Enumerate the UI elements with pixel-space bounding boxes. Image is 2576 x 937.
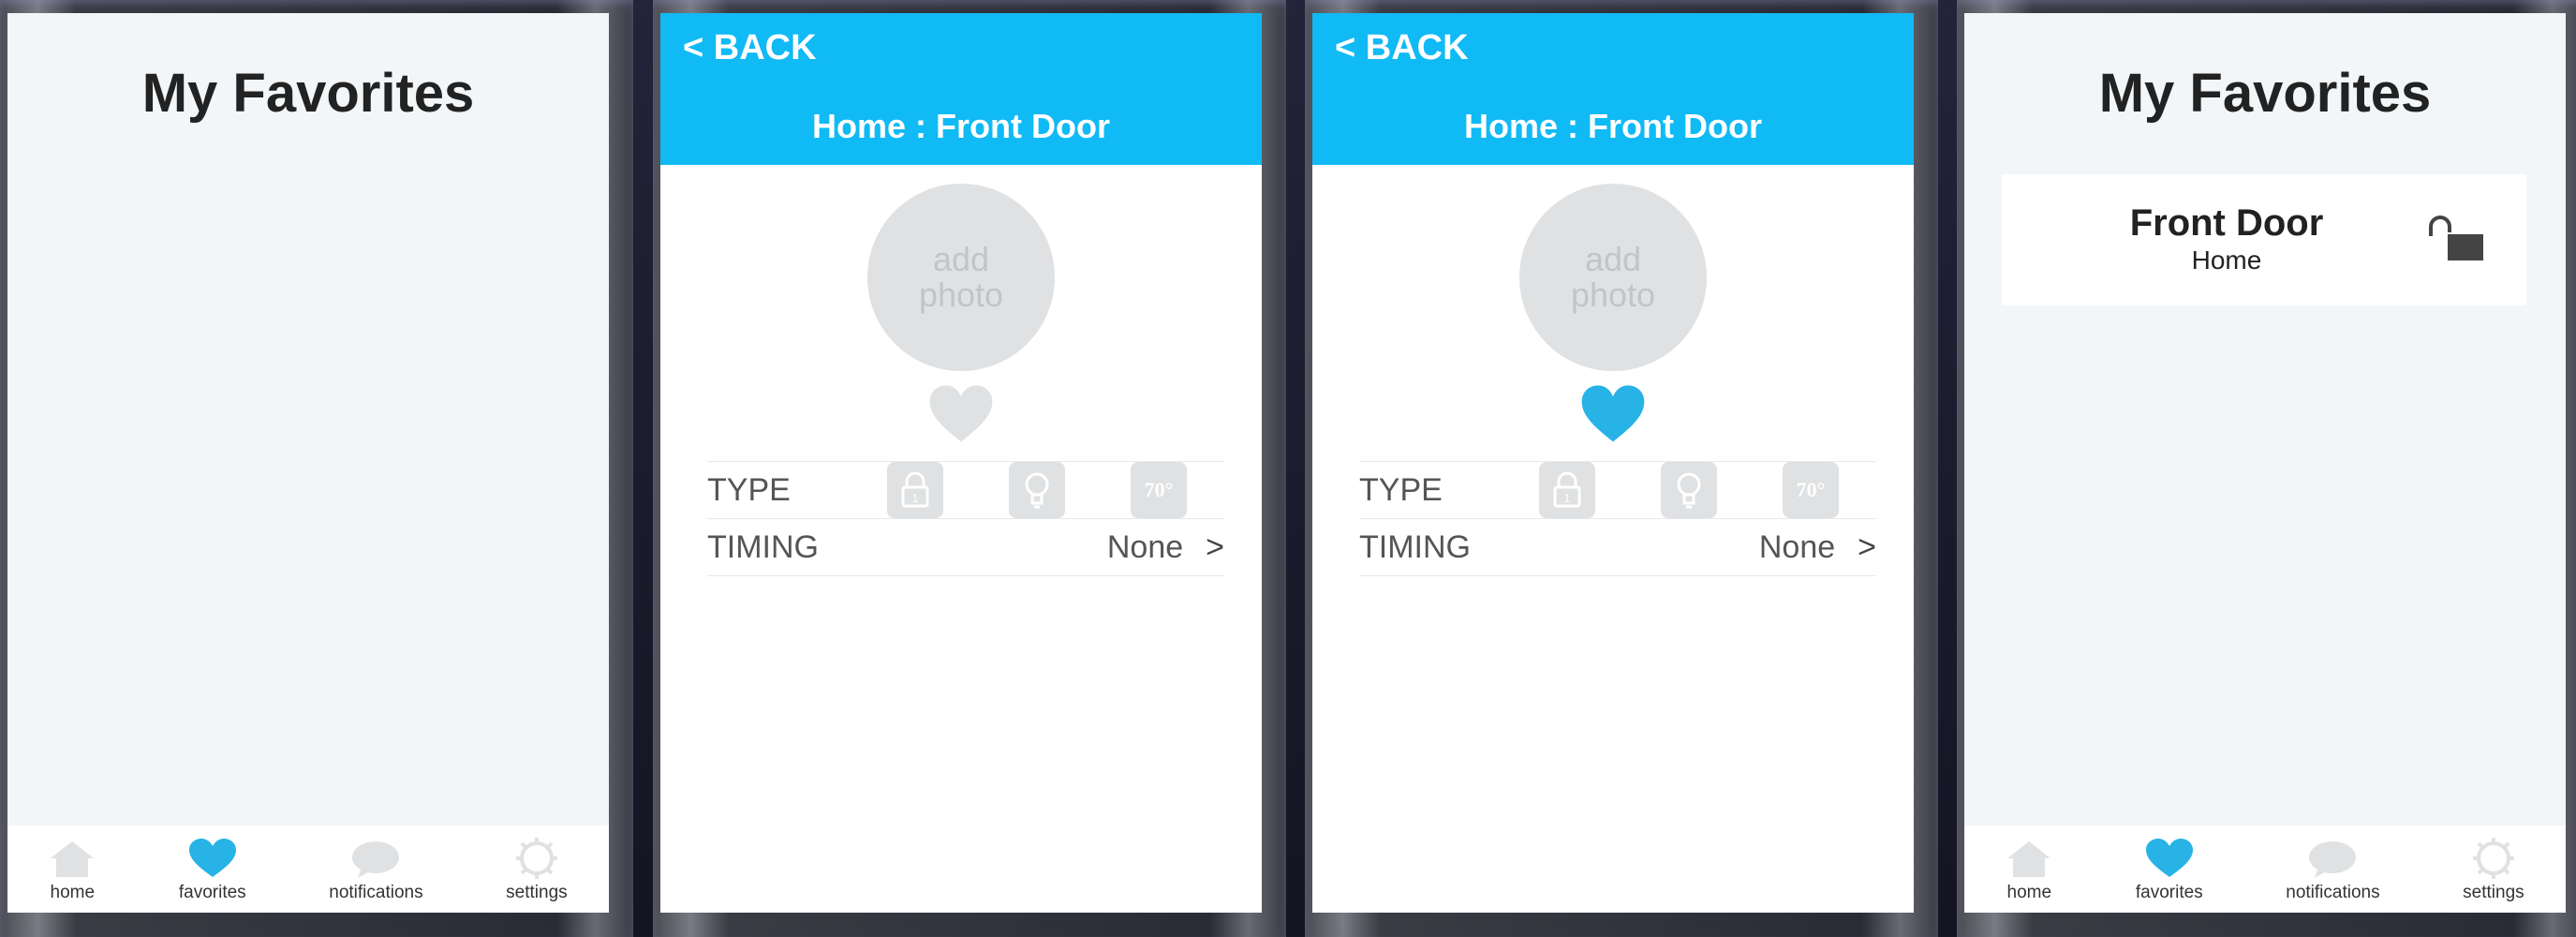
tab-label: notifications [329,883,423,902]
lightbulb-icon [1025,472,1049,509]
thermostat-icon: 70° [1796,478,1826,501]
gear-icon [2472,838,2514,879]
breadcrumb: Home : Front Door [1464,107,1762,145]
type-lock-option[interactable]: 1 [1539,462,1595,518]
tab-label: settings [2463,883,2524,902]
type-label: TYPE [1359,471,1443,508]
timing-label: TIMING [1359,528,1471,565]
add-photo-label: add [1584,240,1642,278]
type-options: 1 70° [1539,462,1839,518]
phone-frame-2: < BACK Home : Front Door add photo TYPE … [653,0,1286,937]
home-icon [2007,841,2051,877]
tab-label: favorites [2135,883,2203,902]
tab-label: favorites [178,883,246,902]
tab-label: settings [506,883,568,902]
chevron-right-icon: > [1858,528,1876,565]
tab-favorites[interactable]: favorites [2136,838,2203,913]
breadcrumb: Home : Front Door [812,107,1110,145]
add-photo-button[interactable]: add photo [867,184,1055,371]
tab-settings[interactable]: settings [2463,838,2524,913]
type-light-option[interactable] [1661,462,1717,518]
phone-frame-1: My Favorites home favorites notification… [0,0,633,937]
timing-value: None [1106,528,1184,565]
phone-frame-3: < BACK Home : Front Door add photo TYPE … [1305,0,1938,937]
settings-list: TYPE 1 70° TIMING None > [1359,461,1876,576]
heart-icon [1581,385,1645,442]
add-photo-label: photo [1570,275,1656,314]
tab-settings[interactable]: settings [506,838,568,913]
type-thermostat-option[interactable]: 70° [1783,462,1839,518]
back-button[interactable]: < BACK [1335,28,1469,68]
header-bar: < BACK Home : Front Door [1312,13,1914,165]
favorite-item-name: Front Door [2129,202,2324,244]
header-bar: < BACK Home : Front Door [660,13,1262,165]
timing-value: None [1758,528,1836,565]
tab-home[interactable]: home [2006,840,2052,913]
device-detail-screen: < BACK Home : Front Door add photo TYPE … [660,13,1262,913]
gear-icon [515,838,557,879]
favorites-screen-populated: My Favorites Front Door Home home favori… [1964,13,2566,913]
speech-bubble-icon [2309,841,2357,878]
type-label: TYPE [707,471,791,508]
type-lock-option[interactable]: 1 [887,462,943,518]
heart-icon [188,839,236,877]
tab-bar: home favorites notifications settings [7,825,609,913]
favorite-toggle[interactable] [660,384,1262,452]
page-title: My Favorites [2098,63,2432,124]
phone-frame-4: My Favorites Front Door Home home favori… [1957,0,2576,937]
favorite-item-front-door[interactable]: Front Door Home [2002,174,2526,305]
favorites-screen-empty: My Favorites home favorites notification… [7,13,609,913]
home-icon [51,841,95,877]
add-photo-label: photo [918,275,1004,314]
chevron-right-icon: > [1206,528,1224,565]
tab-home[interactable]: home [49,840,96,913]
tab-notifications[interactable]: notifications [329,840,423,913]
speech-bubble-icon [352,841,400,878]
type-options: 1 70° [887,462,1187,518]
type-row: TYPE 1 70° [707,461,1224,518]
timing-row[interactable]: TIMING None > [1359,518,1876,576]
tab-label: notifications [2286,883,2380,902]
timing-row[interactable]: TIMING None > [707,518,1224,576]
heart-icon [2145,839,2193,877]
add-photo-button[interactable]: add photo [1519,184,1707,371]
unlocked-padlock-icon[interactable] [2427,214,2485,262]
type-thermostat-option[interactable]: 70° [1131,462,1187,518]
type-row: TYPE 1 70° [1359,461,1876,518]
type-light-option[interactable] [1009,462,1065,518]
timing-label: TIMING [707,528,819,565]
settings-list: TYPE 1 70° TIMING None > [707,461,1224,576]
tab-label: home [50,883,96,902]
back-button[interactable]: < BACK [683,28,817,68]
tab-notifications[interactable]: notifications [2286,840,2380,913]
favorite-toggle[interactable] [1312,384,1914,452]
heart-icon [929,385,993,442]
svg-text:1: 1 [1564,492,1571,505]
page-title: My Favorites [141,63,475,124]
tab-label: home [2006,883,2052,902]
svg-text:1: 1 [912,492,919,505]
lock-icon: 1 [901,471,929,508]
thermostat-icon: 70° [1144,478,1174,501]
add-photo-label: add [932,240,990,278]
device-detail-screen-favorited: < BACK Home : Front Door add photo TYPE … [1312,13,1914,913]
tab-bar: home favorites notifications settings [1964,825,2566,913]
favorite-item-location: Home [2191,245,2262,275]
lock-icon: 1 [1553,471,1581,508]
tab-favorites[interactable]: favorites [179,838,246,913]
lightbulb-icon [1677,472,1701,509]
